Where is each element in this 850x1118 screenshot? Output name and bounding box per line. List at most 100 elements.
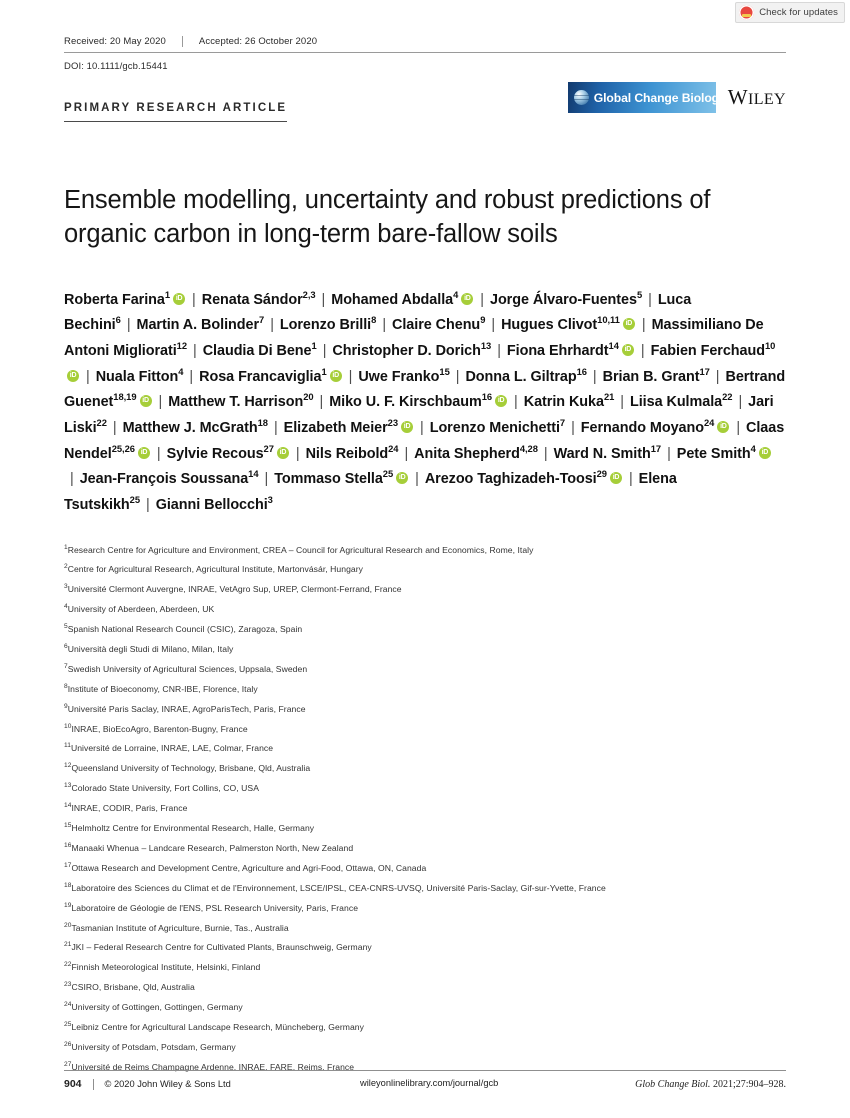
global-change-biology-logo: Global Change Biology <box>567 82 726 113</box>
author-entry[interactable]: Mohamed Abdalla4 <box>331 290 474 308</box>
author-entry[interactable]: Rosa Francaviglia1 <box>199 367 343 385</box>
orcid-icon[interactable] <box>461 292 474 305</box>
author-separator: | <box>270 317 274 334</box>
author-entry[interactable]: Katrin Kuka21 <box>524 392 615 410</box>
author-entry[interactable]: Martin A. Bolinder7 <box>137 315 265 333</box>
author-entry[interactable]: Arezoo Taghizadeh-Toosi29 <box>425 469 623 487</box>
orcid-icon[interactable] <box>401 421 413 434</box>
author-name: Tommaso Stella <box>274 471 383 488</box>
author-name: Fiona Ehrhardt <box>506 343 609 360</box>
author-entry[interactable]: Liisa Kulmala22 <box>630 391 733 410</box>
author-entry[interactable]: Fernando Moyano24 <box>581 418 731 436</box>
author-separator: | <box>112 420 117 437</box>
author-affiliation-marker: 18,19 <box>113 391 137 403</box>
author-separator: | <box>667 445 671 462</box>
author-entry[interactable]: Tommaso Stella25 <box>274 469 409 488</box>
affiliation-text: Colorado State University, Fort Collins,… <box>71 783 259 794</box>
author-entry[interactable]: Claudia Di Bene1 <box>203 340 317 359</box>
author-separator: | <box>571 420 575 437</box>
author-entry[interactable]: Hugues Clivot10,11 <box>501 315 636 333</box>
author-separator: | <box>264 471 269 488</box>
orcid-icon[interactable] <box>137 446 150 459</box>
orcid-icon[interactable] <box>758 446 771 459</box>
author-separator: | <box>420 420 424 437</box>
author-entry[interactable]: Anita Shepherd4,28 <box>414 444 538 462</box>
author-separator: | <box>738 394 743 411</box>
orcid-icon[interactable] <box>329 369 342 382</box>
author-entry[interactable]: Lorenzo Brilli8 <box>280 315 376 333</box>
author-affiliation-marker: 16 <box>576 365 587 377</box>
author-separator: | <box>648 291 652 308</box>
author-entry[interactable]: Renata Sándor2,3 <box>202 290 316 308</box>
affiliation-item: 14INRAE, CODIR, Paris, France <box>64 802 764 815</box>
orcid-icon[interactable] <box>495 395 508 408</box>
orcid-icon[interactable] <box>622 318 635 331</box>
author-entry[interactable]: Claire Chenu9 <box>392 315 485 333</box>
author-entry[interactable]: Pete Smith4 <box>677 444 772 462</box>
orcid-icon[interactable] <box>717 421 730 434</box>
author-separator: | <box>319 394 324 411</box>
affiliation-item: 18Laboratoire des Sciences du Climat et … <box>64 882 764 895</box>
author-entry[interactable]: Uwe Franko15 <box>358 367 449 385</box>
author-entry[interactable]: Matthew J. McGrath18 <box>123 418 268 436</box>
received-date: Received: 20 May 2020 <box>64 36 166 47</box>
author-entry[interactable]: Christopher D. Dorich13 <box>332 341 491 359</box>
author-entry[interactable]: Sylvie Recous27 <box>166 442 290 462</box>
author-separator: | <box>193 343 197 360</box>
author-separator: | <box>192 291 196 308</box>
author-entry[interactable]: Miko U. F. Kirschbaum16 <box>329 392 508 410</box>
page-footer: 904 © 2020 John Wiley & Sons Ltd wileyon… <box>64 1070 786 1090</box>
journal-logos: Global Change Biology WILEY <box>567 82 786 113</box>
citation-line: Glob Change Biol. 2021;27:904–928. <box>635 1079 786 1090</box>
author-affiliation-marker: 23 <box>387 417 398 429</box>
author-separator: | <box>543 445 548 462</box>
affiliation-text: CSIRO, Brisbane, Qld, Australia <box>71 982 195 993</box>
author-entry[interactable]: Fiona Ehrhardt14 <box>506 341 635 360</box>
author-separator: | <box>641 317 646 334</box>
author-entry[interactable]: Ward N. Smith17 <box>554 444 662 462</box>
article-type-row: PRIMARY RESEARCH ARTICLE Global Change B… <box>64 82 786 144</box>
author-entry[interactable]: Elizabeth Meier23 <box>284 417 414 436</box>
orcid-icon[interactable] <box>396 472 409 485</box>
author-separator: | <box>497 343 501 360</box>
author-entry[interactable]: Jean-François Soussana14 <box>80 469 259 487</box>
author-separator: | <box>415 471 419 488</box>
author-entry[interactable]: Nuala Fitton4 <box>96 367 184 385</box>
author-name: Matthew T. Harrison <box>168 394 304 411</box>
affiliation-item: 8Institute of Bioeconomy, CNR-IBE, Flore… <box>64 683 764 696</box>
journal-url[interactable]: wileyonlinelibrary.com/journal/gcb <box>360 1078 498 1088</box>
author-entry[interactable]: Jorge Álvaro-Fuentes5 <box>490 290 642 308</box>
author-affiliation-marker: 27 <box>263 442 274 454</box>
orcid-icon[interactable] <box>67 369 79 382</box>
orcid-icon[interactable] <box>139 395 152 408</box>
affiliation-item: 5Spanish National Research Council (CSIC… <box>64 623 764 636</box>
journal-name: Global Change Biology <box>593 90 726 105</box>
author-separator: | <box>592 368 597 385</box>
author-entry[interactable]: Matthew T. Harrison20 <box>168 392 313 411</box>
affiliation-text: Centre for Agricultural Research, Agricu… <box>67 564 363 575</box>
author-name: Sylvie Recous <box>166 445 264 462</box>
affiliation-item: 11Université de Lorraine, INRAE, LAE, Co… <box>64 743 764 755</box>
author-affiliation-marker: 22 <box>722 391 733 403</box>
author-entry[interactable]: Lorenzo Menichetti7 <box>430 418 565 436</box>
author-entry[interactable]: Roberta Farina1 <box>64 290 186 308</box>
author-separator: | <box>322 343 327 360</box>
affiliation-text: Laboratoire des Sciences du Climat et de… <box>71 882 606 893</box>
author-entry[interactable]: Gianni Bellocchi3 <box>156 495 273 513</box>
affiliation-text: Université Clermont Auvergne, INRAE, Vet… <box>67 584 402 595</box>
doi-line[interactable]: DOI: 10.1111/gcb.15441 <box>64 53 786 72</box>
orcid-icon[interactable] <box>173 292 186 305</box>
orcid-icon[interactable] <box>609 472 622 485</box>
author-affiliation-marker: 25 <box>129 494 140 506</box>
author-separator: | <box>273 420 278 437</box>
orcid-icon[interactable] <box>621 344 634 357</box>
orcid-icon[interactable] <box>276 446 289 459</box>
author-entry[interactable]: Donna L. Giltrap16 <box>465 365 587 385</box>
author-entry[interactable]: Brian B. Grant17 <box>603 365 710 385</box>
author-affiliation-marker: 17 <box>699 365 710 377</box>
affiliation-text: Institute of Bioeconomy, CNR-IBE, Floren… <box>67 683 258 694</box>
author-affiliation-marker: 1 <box>311 340 317 352</box>
dates-divider <box>181 36 183 47</box>
affiliation-item: 3Université Clermont Auvergne, INRAE, Ve… <box>64 584 764 596</box>
author-entry[interactable]: Nils Reibold24 <box>306 444 399 462</box>
